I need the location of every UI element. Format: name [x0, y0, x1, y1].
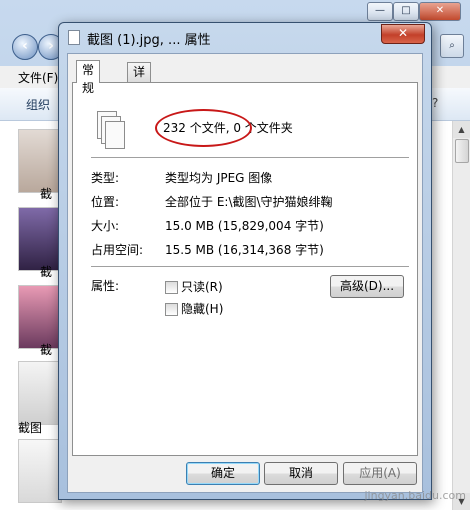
thumbnail[interactable] [18, 129, 62, 193]
scroll-up-icon[interactable]: ▲ [453, 121, 470, 138]
thumbnail-label: 截 [40, 187, 53, 201]
thumbnail-label: 截 [40, 265, 53, 279]
watermark-text: jingyan.baidu.com [364, 489, 466, 502]
type-value: 类型均为 JPEG 图像 [165, 171, 273, 185]
size-on-disk-label: 占用空间: [91, 243, 144, 257]
close-button[interactable]: ✕ [419, 2, 461, 21]
minimize-button[interactable]: — [367, 2, 393, 21]
size-on-disk-value: 15.5 MB (16,314,368 字节) [165, 243, 324, 257]
hidden-label[interactable]: 隐藏(H) [181, 300, 223, 317]
multiple-files-icon [97, 111, 127, 149]
dialog-body: 常规 详细信息 232 个文件, 0 个文件夹 类型: 类型均为 JPEG 图像… [67, 53, 423, 493]
general-panel: 232 个文件, 0 个文件夹 类型: 类型均为 JPEG 图像 位置: 全部位… [72, 82, 418, 456]
location-label: 位置: [91, 195, 120, 209]
tab-general[interactable]: 常规 [76, 60, 101, 95]
scroll-thumb[interactable] [455, 139, 469, 163]
tab-details[interactable]: 详细信息 [127, 62, 152, 133]
file-icon [68, 30, 80, 45]
highlight-oval [155, 109, 252, 147]
size-value: 15.0 MB (15,829,004 字节) [165, 219, 324, 233]
search-icon[interactable]: ⌕ [440, 34, 464, 58]
dialog-close-button[interactable]: ✕ [381, 24, 425, 44]
dialog-title: 截图 (1).jpg, ... 属性 [87, 33, 211, 48]
back-arrow-icon[interactable]: ‹ [12, 34, 38, 60]
dialog-titlebar: 截图 (1).jpg, ... 属性 ✕ [59, 23, 431, 51]
type-label: 类型: [91, 171, 120, 185]
readonly-checkbox[interactable] [165, 281, 178, 294]
menu-file[interactable]: 文件(F) [18, 69, 58, 86]
thumbnail[interactable] [18, 361, 62, 425]
ok-button[interactable]: 确定 [186, 462, 260, 485]
apply-button[interactable]: 应用(A) [343, 462, 417, 485]
thumbnail-label: 截 [40, 343, 53, 357]
size-label: 大小: [91, 219, 120, 233]
properties-dialog: 截图 (1).jpg, ... 属性 ✕ 常规 详细信息 232 个文件, 0 … [58, 22, 432, 500]
thumbnail-label: 截图 [18, 421, 43, 435]
cancel-button[interactable]: 取消 [264, 462, 338, 485]
divider [91, 266, 409, 268]
help-icon[interactable]: ? [432, 96, 438, 110]
advanced-button[interactable]: 高级(D)... [330, 275, 404, 298]
attributes-label: 属性: [91, 279, 120, 293]
location-value: 全部位于 E:\截图\守护猫娘绯鞠 [165, 195, 333, 209]
thumbnail[interactable] [18, 285, 62, 349]
explorer-scrollbar[interactable]: ▲ ▼ [452, 121, 470, 510]
maximize-button[interactable]: □ [393, 2, 419, 21]
hidden-checkbox[interactable] [165, 303, 178, 316]
thumbnail[interactable] [18, 207, 62, 271]
divider [91, 157, 409, 159]
thumbnail[interactable] [18, 439, 62, 503]
readonly-label[interactable]: 只读(R) [181, 278, 223, 295]
organize-button[interactable]: 组织 [26, 96, 50, 113]
